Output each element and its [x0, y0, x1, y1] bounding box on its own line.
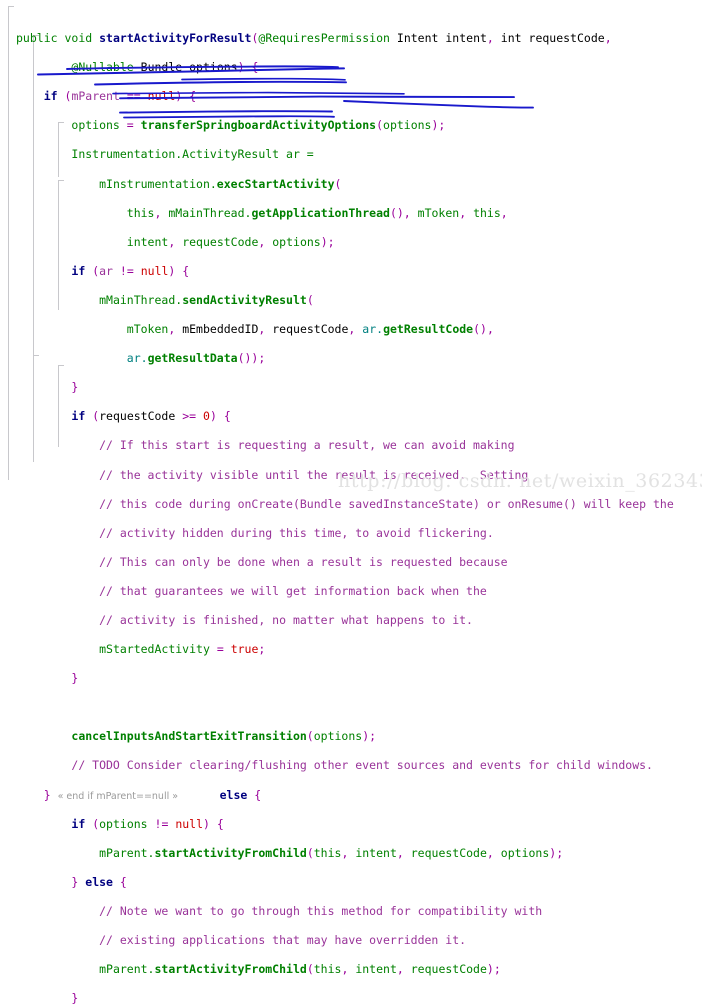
code-line: // activity is finished, no matter what … [99, 612, 473, 627]
code-line: // existing applications that may have o… [99, 933, 467, 947]
code-line: } « end if mParent==null » else { [43, 787, 262, 802]
watermark-url: http://blog. csdn. net/weixin_36234344 [338, 470, 702, 492]
code-line: mStartedActivity = true; [99, 642, 266, 657]
code-line: this, mMainThread.getApplicationThread()… [126, 205, 508, 220]
code-line: options = transferSpringboardActivityOpt… [71, 118, 446, 133]
code-line: // This can only be done when a result i… [99, 554, 508, 569]
code-line: // Note we want to go through this metho… [99, 903, 543, 918]
code-line: } else { [71, 874, 127, 889]
code-line: // that guarantees we will get informati… [99, 583, 487, 598]
code-line: mParent.startActivityFromChild(this, int… [99, 845, 564, 860]
code-line: if (mParent == null) { [43, 89, 197, 104]
code-line: } [71, 380, 79, 395]
code-editor-surface[interactable]: public void startActivityForResult(@Requ… [0, 0, 702, 1005]
code-line: if (options != null) { [71, 816, 224, 831]
code-line: public void startActivityForResult(@Requ… [16, 31, 612, 46]
code-line: mInstrumentation.execStartActivity( [99, 176, 342, 191]
code-line: // activity hidden during this time, to … [99, 525, 494, 540]
code-line: } [71, 671, 79, 686]
code-line: if (requestCode >= 0) { [71, 409, 231, 424]
source-code-block[interactable]: public void startActivityForResult(@Requ… [16, 2, 674, 1006]
code-line: if (ar != null) { [71, 263, 190, 278]
code-line: ar.getResultData()); [126, 351, 266, 366]
code-line: // TODO Consider clearing/flushing other… [71, 758, 653, 773]
code-line: mMainThread.sendActivityResult( [99, 292, 314, 307]
code-line: @Nullable Bundle options) { [71, 60, 259, 75]
code-line: } [71, 991, 79, 1006]
code-line: // If this start is requesting a result,… [99, 438, 515, 453]
code-line: mParent.startActivityFromChild(this, int… [99, 962, 501, 977]
code-line: mToken, mEmbeddedID, requestCode, ar.get… [126, 322, 494, 337]
code-line: cancelInputsAndStartExitTransition(optio… [71, 729, 377, 744]
fold-guide-method [8, 6, 14, 480]
code-line: intent, requestCode, options); [126, 234, 335, 249]
code-line: // this code during onCreate(Bundle save… [99, 496, 674, 511]
code-line: Instrumentation.ActivityResult ar = [71, 147, 314, 162]
